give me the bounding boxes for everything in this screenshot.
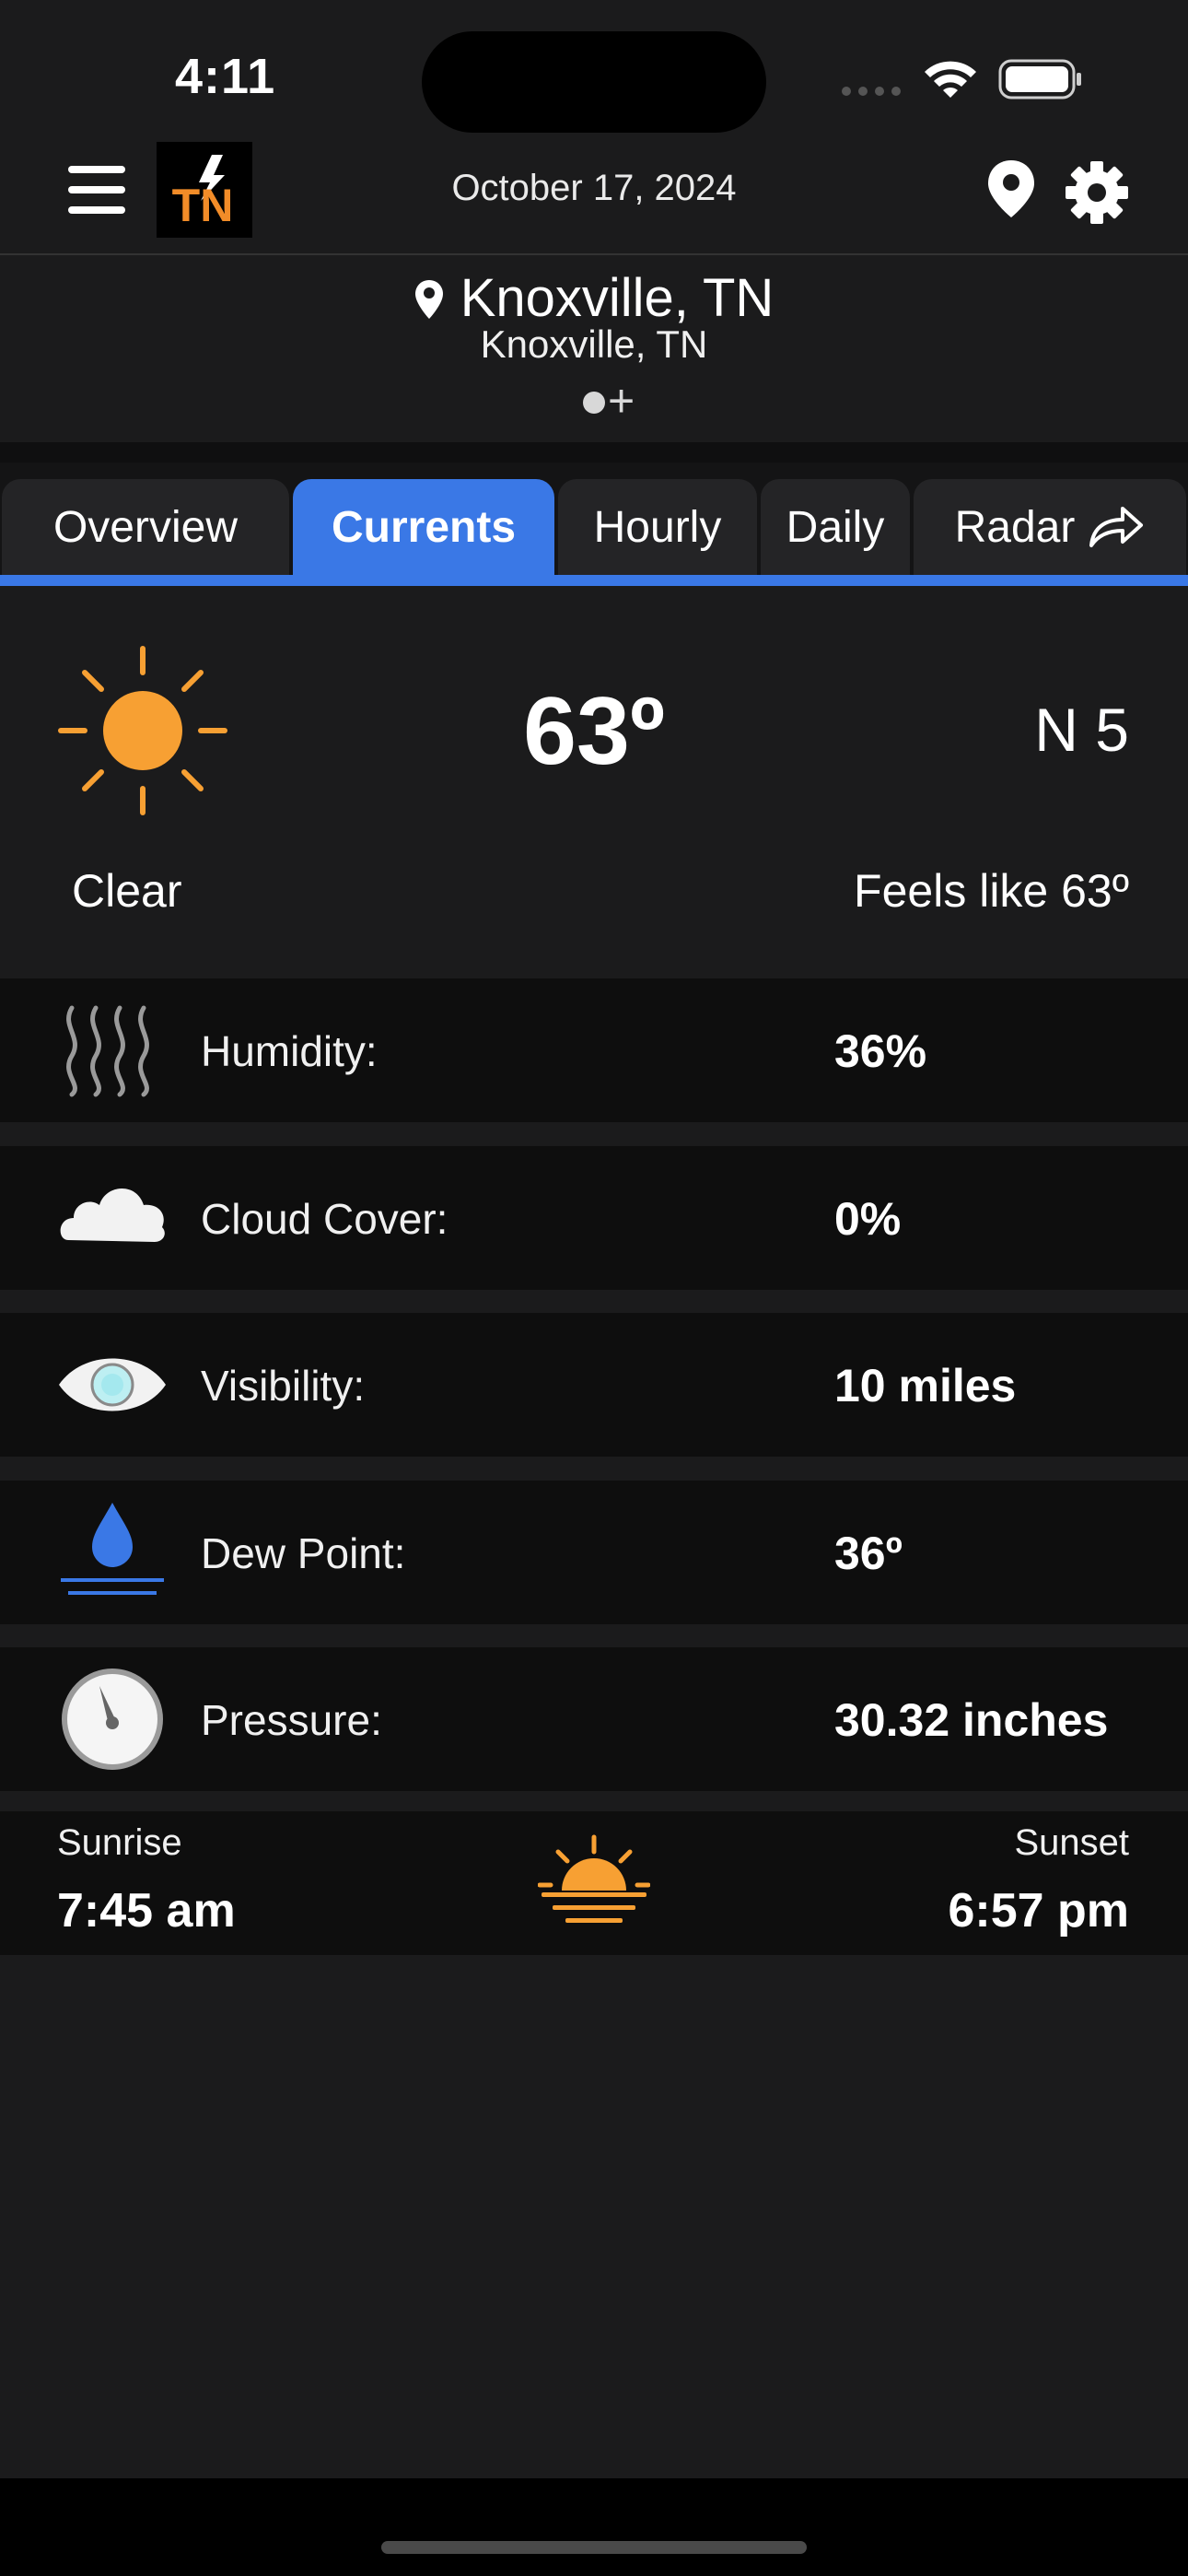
- share-arrow-icon: [1089, 507, 1144, 547]
- sunset-time: 6:57 pm: [948, 1884, 1129, 1938]
- eye-icon: [59, 1358, 166, 1411]
- current-temperature: 63º: [523, 678, 665, 785]
- cloud-cover-label: Cloud Cover:: [201, 1195, 448, 1243]
- location-subtitle: Knoxville, TN: [480, 322, 708, 366]
- section-divider: [0, 442, 1188, 463]
- condition-text: Clear: [72, 865, 182, 917]
- location-title[interactable]: Knoxville, TN: [0, 267, 1188, 329]
- dew-point-label: Dew Point:: [201, 1529, 406, 1577]
- location-title-text: Knoxville, TN: [460, 268, 775, 328]
- wind-reading: N 5: [1034, 696, 1129, 764]
- gear-settings-button[interactable]: [1065, 160, 1129, 225]
- bottom-bar: [0, 2478, 1188, 2576]
- sunrise-icon: [538, 1834, 650, 1923]
- detail-row-visibility: Visibility: 10 miles: [0, 1313, 1188, 1457]
- dynamic-island: [422, 31, 766, 133]
- pressure-label: Pressure:: [201, 1696, 382, 1744]
- cellular-signal-icon: [842, 87, 901, 96]
- add-location-button[interactable]: +: [608, 378, 648, 424]
- humidity-label: Humidity:: [201, 1027, 378, 1075]
- visibility-label: Visibility:: [201, 1362, 366, 1410]
- cloud-icon: [60, 1188, 165, 1242]
- detail-row-cloud-cover: Cloud Cover: 0%: [0, 1146, 1188, 1290]
- dew-drop-icon: [61, 1503, 164, 1595]
- cloud-cover-value: 0%: [834, 1193, 902, 1245]
- location-pin-icon: [414, 280, 443, 319]
- dew-point-value: 36º: [834, 1528, 903, 1579]
- sunrise-label: Sunrise: [57, 1822, 182, 1863]
- header-divider: [0, 253, 1188, 255]
- detail-row-dew-point: Dew Point: 36º: [0, 1481, 1188, 1624]
- humidity-icon: [66, 1005, 149, 1097]
- wifi-icon: [925, 61, 976, 98]
- feels-like: Feels like 63º: [854, 865, 1129, 917]
- tab-overview-label: Overview: [52, 502, 239, 552]
- battery-icon: [998, 59, 1081, 100]
- status-time: 4:11: [175, 49, 276, 104]
- sunset-label: Sunset: [1014, 1822, 1129, 1863]
- pressure-gauge-icon: [62, 1669, 163, 1770]
- tab-radar-label: Radar: [954, 502, 1076, 552]
- detail-row-humidity: Humidity: 36%: [0, 978, 1188, 1122]
- detail-row-pressure: Pressure: 30.32 inches: [0, 1647, 1188, 1791]
- sunrise-time: 7:45 am: [57, 1884, 236, 1938]
- tab-currents-label: Currents: [331, 502, 517, 552]
- visibility-value: 10 miles: [834, 1360, 1017, 1411]
- tab-currents[interactable]: Currents: [293, 479, 554, 575]
- pressure-value: 30.32 inches: [834, 1694, 1109, 1746]
- tab-hourly-label: Hourly: [593, 502, 722, 552]
- humidity-value: 36%: [834, 1025, 927, 1077]
- tab-radar[interactable]: Radar: [914, 479, 1186, 575]
- location-page-indicator[interactable]: [583, 392, 605, 414]
- tab-daily-label: Daily: [786, 502, 885, 552]
- location-pin-button[interactable]: [985, 158, 1037, 219]
- tab-overview[interactable]: Overview: [2, 479, 289, 575]
- tab-hourly[interactable]: Hourly: [558, 479, 757, 575]
- home-indicator[interactable]: [381, 2541, 807, 2554]
- tab-daily[interactable]: Daily: [761, 479, 910, 575]
- tab-active-underline: [0, 575, 1188, 586]
